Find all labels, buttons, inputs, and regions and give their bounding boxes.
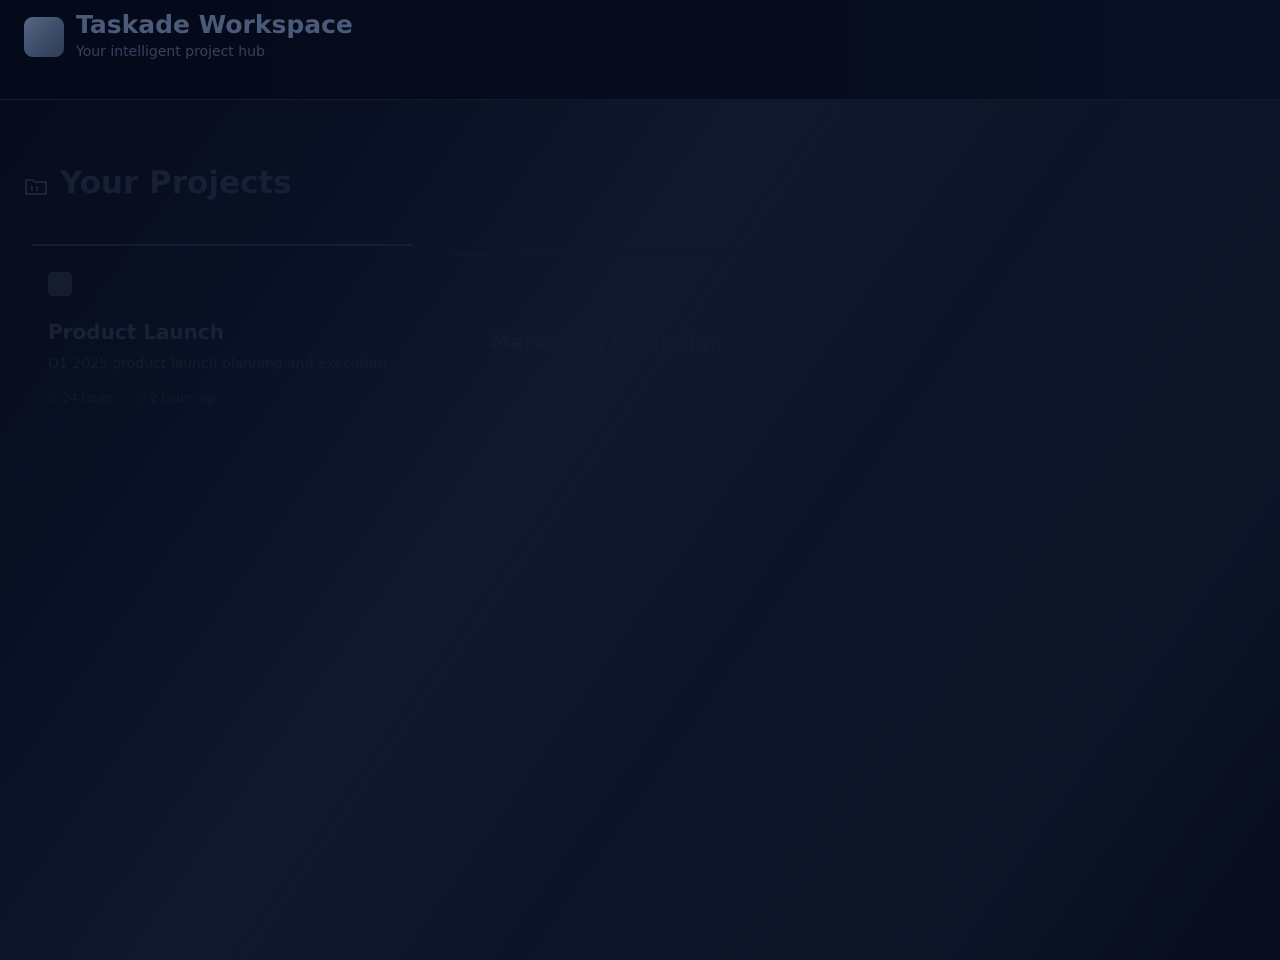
app-logo[interactable] bbox=[24, 17, 64, 57]
project-name: Marketing Campaign bbox=[490, 330, 724, 354]
top-header: Taskade Workspace Your intelligent proje… bbox=[0, 0, 1280, 100]
clock-icon: ⏱ bbox=[136, 391, 147, 405]
background-sheen bbox=[0, 0, 1280, 960]
project-name: Product Launch bbox=[48, 320, 225, 344]
project-card-product-launch[interactable]: Product Launch Q1 2025 product launch pl… bbox=[32, 244, 412, 424]
folder-icon bbox=[25, 179, 47, 195]
project-card-marketing-campaign[interactable]: Marketing Campaign bbox=[452, 254, 832, 434]
tasks-icon: ☑ bbox=[48, 391, 59, 405]
meta-separator: · bbox=[123, 391, 127, 405]
project-task-count: 24 tasks bbox=[62, 391, 114, 405]
app-title: Taskade Workspace bbox=[76, 10, 353, 39]
document-icon bbox=[48, 272, 72, 296]
project-updated: 2 hours ago bbox=[149, 391, 222, 405]
project-meta: ☑ 24 tasks · ⏱ 2 hours ago bbox=[48, 391, 221, 406]
section-title: Your Projects bbox=[60, 165, 292, 201]
project-description: Q1 2025 product launch planning and exec… bbox=[48, 356, 387, 372]
app-subtitle: Your intelligent project hub bbox=[76, 44, 265, 60]
